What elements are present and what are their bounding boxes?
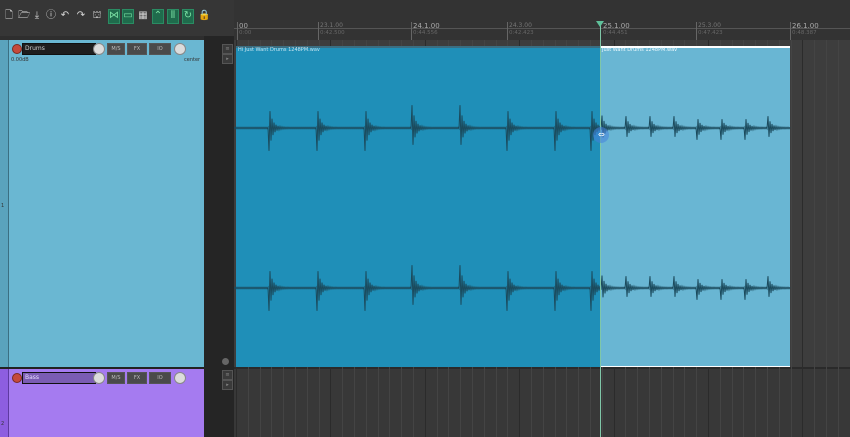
ruler-time-label: 0:42.423 <box>509 30 534 36</box>
undo-icon[interactable]: ↶ <box>60 10 70 22</box>
routing-button[interactable]: IO <box>149 43 171 55</box>
volume-readout: 0.00dB <box>11 57 29 63</box>
metronome-icon[interactable]: ⛫ <box>92 10 102 22</box>
pan-knob[interactable] <box>174 43 186 55</box>
ruler-bar-label: 26.1.00 <box>792 22 819 30</box>
volume-knob[interactable] <box>93 372 105 384</box>
waveform-channel <box>234 105 791 151</box>
track-number: 2 <box>1 421 5 427</box>
ruler-tick <box>411 22 412 40</box>
expand-button[interactable]: ▸ <box>222 380 233 390</box>
track-name-field[interactable]: Drums <box>22 43 96 55</box>
track-number: 1 <box>1 203 5 209</box>
loop-icon[interactable]: ↻ <box>182 9 194 24</box>
routing-button[interactable]: IO <box>149 372 171 384</box>
ruler-tick <box>696 22 697 40</box>
record-arm-button[interactable] <box>12 373 22 383</box>
track-name-field[interactable]: Bass <box>22 372 96 384</box>
timeline-ruler[interactable]: 00 0:00 23.1.00 0:42.500 24.1.00 0:44.55… <box>234 0 850 40</box>
lock-icon[interactable]: 🔒 <box>198 10 210 22</box>
snap-grid-icon[interactable]: ⋈ <box>108 9 120 24</box>
ruler-time-label: 0:47.423 <box>698 30 723 36</box>
mute-solo-button[interactable]: M/S <box>107 43 125 55</box>
edit-cursor[interactable] <box>600 24 601 437</box>
project-settings-icon[interactable]: ⓘ <box>46 10 56 22</box>
ruler-tick <box>507 22 508 40</box>
fx-button[interactable]: FX <box>127 372 147 384</box>
ruler-bar-label: 00 <box>239 22 248 30</box>
pan-readout: center <box>184 57 201 63</box>
ruler-tick <box>318 22 319 40</box>
track-header-bass[interactable]: Bass M/S FX IO 2 <box>0 369 204 437</box>
ruler-time-label: 0:00 <box>239 30 252 36</box>
record-arm-button[interactable] <box>12 44 22 54</box>
ruler-bar-label: 25.3.00 <box>698 22 721 29</box>
pan-knob[interactable] <box>174 372 186 384</box>
waveform-channel <box>234 265 791 311</box>
arrange-view[interactable]: Hi Just Want Drums 1248PM.wav Just Want … <box>234 40 850 437</box>
ruler-tick <box>790 22 791 40</box>
grid-icon[interactable]: ▦ <box>138 10 148 22</box>
ruler-bar-label: 23.1.00 <box>320 22 343 29</box>
ruler-bar-label: 24.3.00 <box>509 22 532 29</box>
autofade-icon[interactable]: ⌃ <box>152 9 164 24</box>
waveform-display <box>234 105 791 311</box>
ruler-bar-label: 24.1.00 <box>413 22 440 30</box>
volume-knob[interactable] <box>93 43 105 55</box>
expand-button[interactable]: ▸ <box>222 54 233 64</box>
main-toolbar: 🗋 🗁 ⤓ ⓘ ↶ ↷ ⛫ ⋈ ▭ ▦ ⌃ ⦀ ↻ 🔒 <box>0 0 234 36</box>
envelope-button[interactable]: ≡ <box>222 370 233 380</box>
mute-solo-button[interactable]: M/S <box>107 372 125 384</box>
resize-cursor-icon: ⇔ <box>598 130 605 139</box>
open-project-icon[interactable]: 🗁 <box>18 10 30 22</box>
ruler-time-label: 0:42.500 <box>320 30 345 36</box>
track-header-drums[interactable]: Drums M/S FX IO 0.00dB center 1 <box>0 40 204 367</box>
group-icon[interactable]: ⦀ <box>167 9 179 24</box>
ruler-time-label: 0:44.556 <box>413 30 438 36</box>
new-project-icon[interactable]: 🗋 <box>4 10 14 22</box>
redo-icon[interactable]: ↷ <box>76 10 86 22</box>
ruler-tick <box>237 22 238 40</box>
fx-button[interactable]: FX <box>127 43 147 55</box>
envelope-button[interactable]: ≡ <box>222 44 233 54</box>
save-project-icon[interactable]: ⤓ <box>32 10 42 22</box>
ripple-icon[interactable]: ▭ <box>122 9 134 24</box>
ruler-bar-label: 25.1.00 <box>603 22 630 30</box>
playhead-marker-icon[interactable] <box>596 21 604 27</box>
envelope-column: ≡ ▸ ≡ ▸ <box>204 36 234 437</box>
ruler-time-label: 0:44.451 <box>603 30 628 36</box>
ruler-time-label: 0:48.387 <box>792 30 817 36</box>
track-scroll-dot[interactable] <box>222 358 229 365</box>
